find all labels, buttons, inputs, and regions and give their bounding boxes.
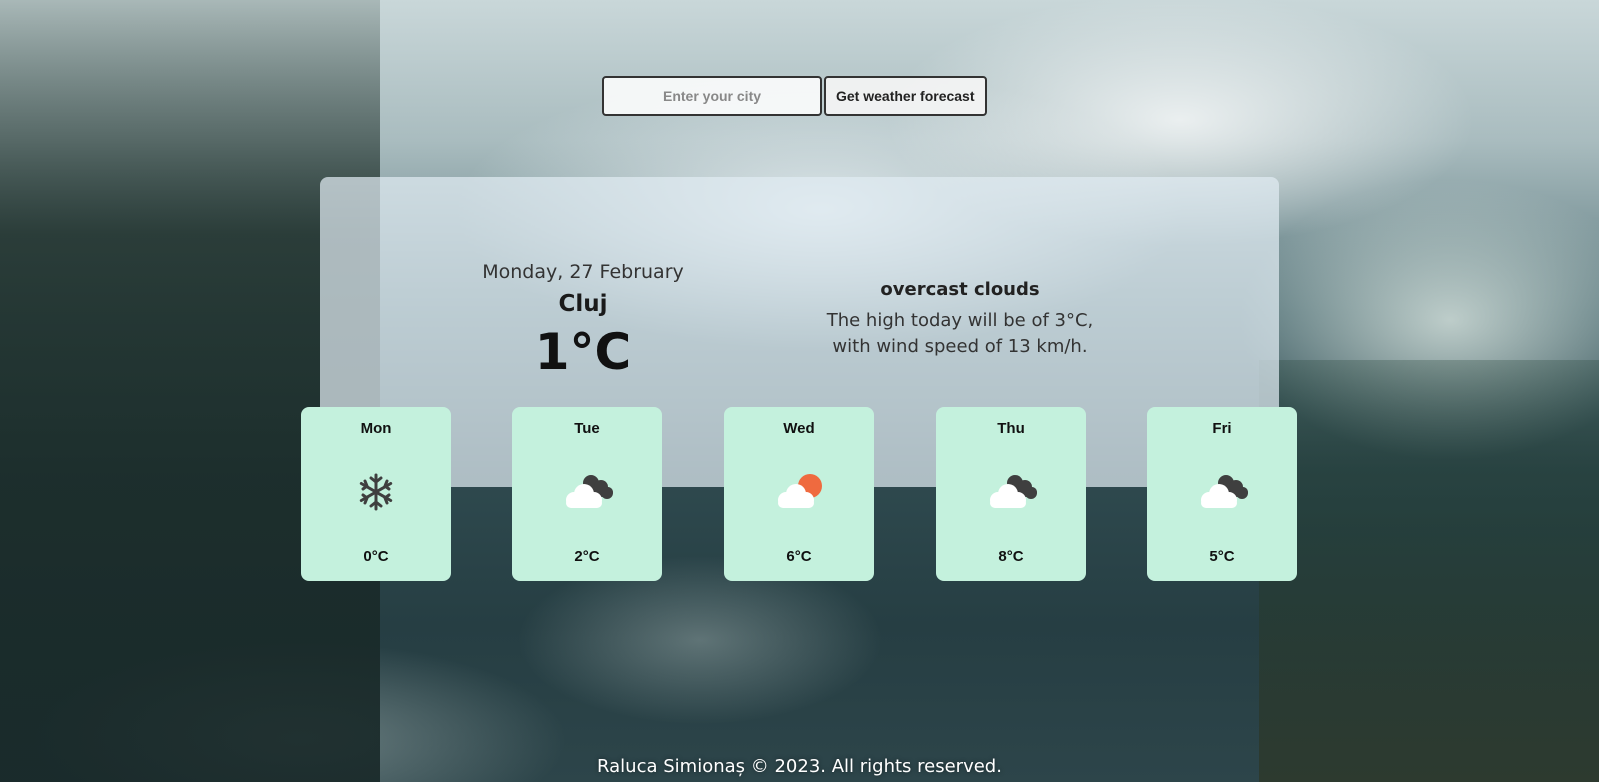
current-weather-summary: Monday, 27 February Cluj 1°C	[468, 261, 698, 381]
snowflake-icon	[346, 470, 406, 514]
city-name: Cluj	[558, 291, 608, 317]
background-trees	[1259, 360, 1599, 782]
get-forecast-button[interactable]: Get weather forecast	[824, 76, 987, 116]
weather-description: overcast clouds	[880, 279, 1040, 300]
forecast-card: Tue 2°C	[512, 407, 662, 581]
footer-copyright: Raluca Simionaș © 2023. All rights reser…	[597, 756, 1002, 777]
search-form: Get weather forecast	[602, 76, 987, 116]
weather-summary: The high today will be of 3°C, with wind…	[815, 308, 1105, 360]
forecast-day: Wed	[783, 420, 815, 437]
current-date: Monday, 27 February	[482, 261, 684, 283]
forecast-temperature: 2°C	[574, 548, 600, 565]
forecast-day: Thu	[997, 420, 1025, 437]
forecast-day: Tue	[574, 420, 600, 437]
current-weather-details: overcast clouds The high today will be o…	[815, 279, 1105, 360]
forecast-card: Mon 0°C	[301, 407, 451, 581]
forecast-card: Thu 8°C	[936, 407, 1086, 581]
forecast-temperature: 8°C	[998, 548, 1024, 565]
forecast-temperature: 6°C	[786, 548, 812, 565]
forecast-card: Fri 5°C	[1147, 407, 1297, 581]
broken-clouds-icon	[1192, 470, 1252, 514]
forecast-temperature: 0°C	[363, 548, 389, 565]
weather-summary-line-2: with wind speed of 13 km/h.	[832, 336, 1088, 357]
forecast-day: Fri	[1212, 420, 1232, 437]
weather-summary-line-1: The high today will be of 3°C,	[826, 310, 1094, 331]
broken-clouds-icon	[557, 470, 617, 514]
current-temperature: 1°C	[534, 323, 632, 381]
forecast-day: Mon	[360, 420, 392, 437]
forecast-temperature: 5°C	[1209, 548, 1235, 565]
forecast-row: Mon 0°C Tue 2°C Wed 6°C Thu 8°C Fri 5°C	[301, 407, 1297, 581]
broken-clouds-icon	[981, 470, 1041, 514]
partly-cloudy-icon	[769, 470, 829, 514]
city-input[interactable]	[602, 76, 822, 116]
forecast-card: Wed 6°C	[724, 407, 874, 581]
